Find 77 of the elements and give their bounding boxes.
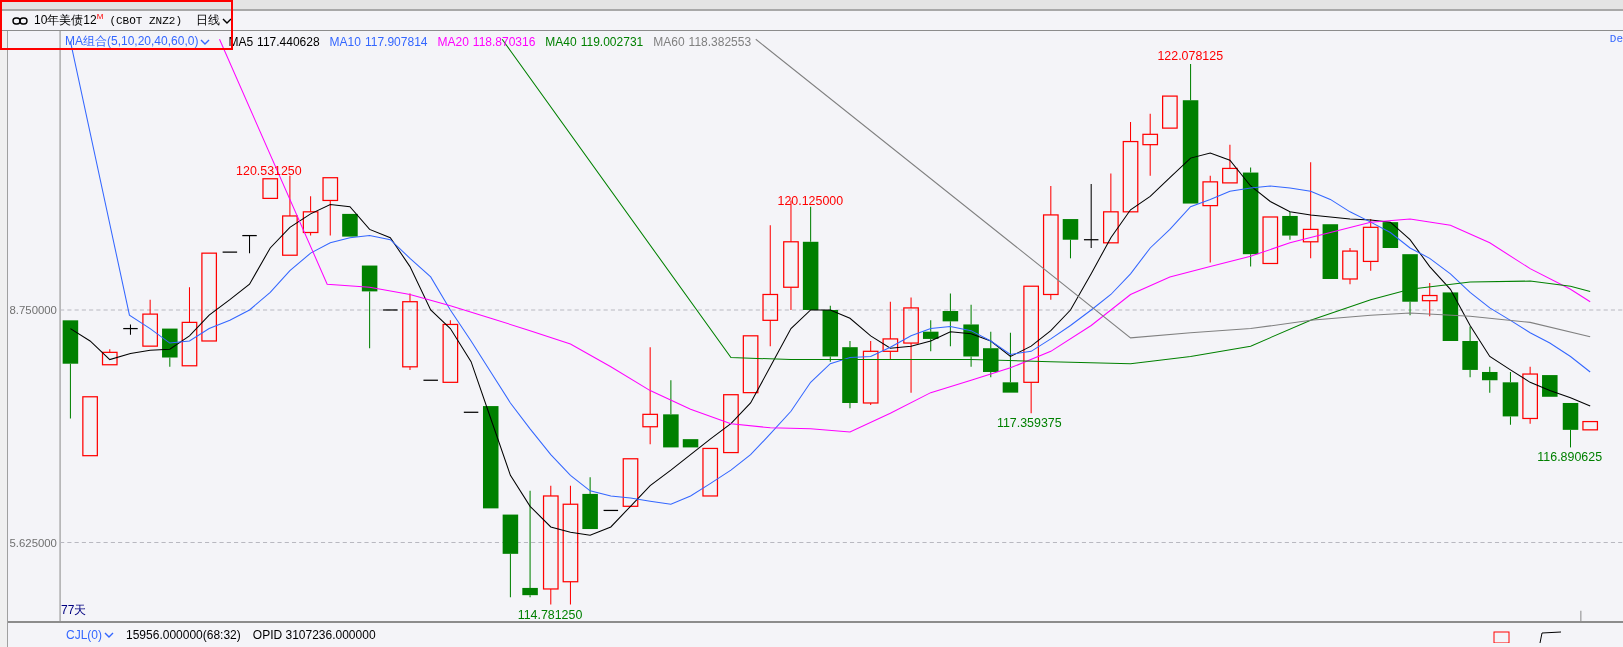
candle — [1582, 420, 1599, 431]
candle — [262, 178, 279, 199]
candle — [442, 319, 459, 383]
candle — [142, 299, 158, 347]
candle — [162, 328, 178, 368]
y-axis-label: 5.625000 — [9, 536, 57, 549]
ma-name: MA40 — [545, 34, 577, 49]
ma-value: 117.440628 — [257, 34, 320, 49]
price-label: 117.359375 — [997, 415, 1062, 430]
candle — [842, 340, 858, 409]
contract-code: (CBOT ZNZ2) — [109, 14, 182, 27]
candle — [622, 458, 639, 507]
candle — [1103, 173, 1119, 244]
candle — [82, 396, 98, 457]
candle — [602, 509, 619, 512]
candle — [1083, 183, 1100, 249]
candle — [822, 305, 839, 363]
candle — [101, 348, 118, 366]
candle — [702, 447, 719, 497]
candle — [1402, 254, 1418, 316]
candle — [1482, 366, 1498, 394]
candle — [1342, 247, 1358, 285]
volume-bars-drawing — [1493, 631, 1563, 643]
candle — [922, 319, 939, 352]
range-label: 77天 — [61, 602, 87, 619]
candle — [1222, 144, 1238, 184]
price-label: 122.078125 — [1157, 48, 1224, 63]
caret-icon — [200, 38, 211, 45]
ma-name: MA10 — [329, 34, 361, 49]
link-icon — [12, 16, 28, 25]
candle — [663, 379, 679, 448]
cut-off-label: De — [1609, 33, 1623, 45]
candle — [122, 323, 139, 336]
candle — [1002, 332, 1019, 393]
candle — [1421, 282, 1438, 317]
candle — [1062, 219, 1079, 259]
candle — [882, 301, 899, 361]
ma-value: 118.382553 — [688, 34, 752, 49]
candle — [1502, 371, 1519, 426]
candle — [582, 476, 598, 530]
ma-value: 119.002731 — [580, 34, 644, 49]
indicator-dropdown[interactable]: CJL(0) — [66, 628, 114, 642]
indicator-dropdown[interactable]: MA组合(5,10,20,40,60,0) — [65, 33, 211, 50]
ma-value: 117.907814 — [364, 34, 428, 49]
candle — [1142, 113, 1159, 177]
candle — [342, 213, 358, 237]
candle — [322, 177, 339, 237]
instrument-title: 10年美债12$^{M}$ — [34, 12, 104, 29]
candle — [1162, 95, 1178, 129]
period-dropdown[interactable]: 日线 — [194, 12, 234, 29]
candle — [1562, 403, 1579, 448]
ma-name: MA60 — [653, 34, 685, 49]
price-label: 114.781250 — [517, 607, 583, 621]
caret-icon — [222, 17, 232, 24]
y-axis-label: 8.750000 — [9, 304, 57, 317]
candle — [942, 292, 959, 347]
candle — [1462, 326, 1478, 378]
candle — [742, 335, 759, 394]
caret-icon — [104, 632, 114, 638]
price-label: 116.890625 — [1537, 449, 1603, 464]
candle — [862, 340, 879, 406]
candle — [963, 304, 979, 368]
candle — [1522, 366, 1538, 425]
candle — [241, 234, 258, 254]
candle — [682, 439, 699, 448]
ma-name: MA20 — [437, 34, 469, 49]
indicator-reading: 15956.000000(68:32) — [126, 628, 241, 642]
candle — [302, 195, 319, 237]
candle — [723, 394, 739, 454]
candle — [1442, 292, 1459, 341]
candle — [1282, 211, 1298, 241]
price-label: 120.125000 — [777, 193, 844, 208]
candle — [1262, 216, 1279, 265]
candle — [1542, 375, 1558, 397]
indicator-reading: OPID 3107236.000000 — [252, 628, 376, 642]
candle — [983, 331, 999, 378]
candle — [1322, 224, 1339, 279]
